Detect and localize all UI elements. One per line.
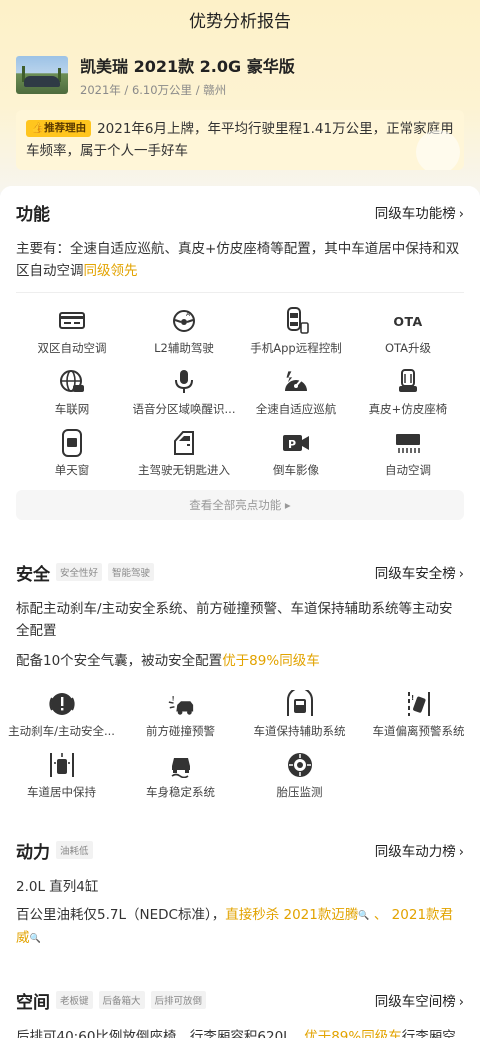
feature-item[interactable]: 单天窗	[16, 429, 128, 478]
report-card: 功能 同级车功能榜 › 主要有：全速自适应巡航、真皮+仿皮座椅等配置，其中车道居中…	[0, 186, 480, 1038]
page-title: 优势分析报告	[189, 12, 291, 32]
feature-item[interactable]: 全速自适应巡航	[240, 368, 352, 417]
chevron-right-icon: ›	[458, 567, 464, 582]
chevron-right-icon: ›	[458, 207, 464, 222]
globe-car-icon	[58, 368, 86, 396]
car-thumbnail	[16, 56, 68, 94]
function-desc: 主要有：全速自适应巡航、真皮+仿皮座椅等配置，其中车道居中保持和双区自动空调同级…	[16, 241, 460, 279]
space-tag: 后备箱大	[98, 991, 145, 1009]
feature-item[interactable]: 语音分区域唤醒识...	[128, 368, 240, 417]
space-desc: 后排可40:60比例放倒座椅，行李厢容积620L，优于89%同级车行李厢空间	[16, 1029, 456, 1038]
feature-item[interactable]: 车道居中保持	[2, 751, 121, 800]
space-title: 空间	[16, 992, 50, 1013]
feature-item[interactable]: 主驾驶无钥匙进入	[128, 429, 240, 478]
ac-vent-icon	[394, 429, 422, 457]
feature-item[interactable]: 手机App远程控制	[240, 307, 352, 356]
view-all-features-button[interactable]: 查看全部亮点功能 ▸	[16, 490, 464, 520]
ota-icon: OTA	[393, 313, 423, 329]
steering-wheel-icon: A	[170, 307, 198, 335]
phone-car-icon	[282, 307, 310, 335]
safety-rank-link[interactable]: 同级车安全榜 ›	[375, 562, 464, 582]
feature-item[interactable]: OTA OTA升级	[352, 307, 464, 356]
search-icon: 🔍	[358, 911, 370, 921]
feature-item[interactable]: 真皮+仿皮座椅	[352, 368, 464, 417]
feature-item[interactable]: 车联网	[16, 368, 128, 417]
safety-title: 安全	[16, 564, 50, 585]
function-title: 功能	[16, 204, 50, 225]
safety-section: 安全 安全性好 智能驾驶 同级车安全榜 › 标配主动刹车/主动安全系统、前方碰撞预…	[0, 546, 480, 814]
recommend-tag: 👍推荐理由	[26, 120, 92, 137]
space-tag: 后排可放倒	[150, 991, 207, 1009]
lane-keep-icon	[286, 690, 314, 718]
safety-tag: 智能驾驶	[108, 563, 155, 581]
chevron-right-icon: ›	[458, 995, 464, 1010]
car-name: 凯美瑞 2021款 2.0G 豪华版	[80, 56, 295, 76]
svg-text:!: !	[411, 694, 414, 702]
svg-text:!: !	[171, 694, 174, 702]
tire-pressure-icon	[286, 751, 314, 779]
report-header: 优势分析报告 凯美瑞 2021款 2.0G 豪华版 2021年 / 6.10万公…	[0, 0, 480, 192]
power-tag: 油耗低	[56, 841, 93, 859]
safety-grid: 主动刹车/主动安全... ! 前方碰撞预警 车道保持辅助系统 ! 车道偏离预警系…	[2, 672, 478, 800]
feature-item[interactable]: 车道保持辅助系统	[240, 690, 359, 739]
collision-warning-icon: !	[167, 690, 195, 718]
feature-item[interactable]: 自动空调	[352, 429, 464, 478]
seat-icon	[394, 368, 422, 396]
safety-desc-passive: 配备10个安全气囊，被动安全配置优于89%同级车	[16, 653, 320, 669]
engine-spec: 2.0L 直列4缸	[16, 879, 99, 895]
feature-item[interactable]: P 倒车影像	[240, 429, 352, 478]
power-title: 动力	[16, 842, 50, 863]
function-section: 功能 同级车功能榜 › 主要有：全速自适应巡航、真皮+仿皮座椅等配置，其中车道居中…	[0, 186, 480, 536]
feature-item[interactable]: 主动刹车/主动安全...	[2, 690, 121, 739]
chevron-right-icon: ›	[458, 845, 464, 860]
power-section: 动力 油耗低 同级车动力榜 › 2.0L 直列4缸 百公里油耗仅5.7L（NEDC…	[0, 824, 480, 964]
cruise-gauge-icon	[282, 368, 310, 396]
car-door-icon	[170, 429, 198, 457]
safety-desc-active: 标配主动刹车/主动安全系统、前方碰撞预警、车道保持辅助系统等主动安全配置	[16, 601, 453, 639]
function-rank-link[interactable]: 同级车功能榜 ›	[375, 202, 464, 222]
svg-text:P: P	[288, 438, 296, 451]
feature-item[interactable]: 车身稳定系统	[121, 751, 240, 800]
parking-camera-icon: P	[282, 429, 310, 457]
compare-link[interactable]: 直接秒杀 2021款迈腾🔍	[225, 907, 369, 923]
fuel-desc: 百公里油耗仅5.7L（NEDC标准），直接秒杀 2021款迈腾🔍 、 2021款…	[16, 907, 454, 946]
space-section: 空间 老板键 后备箱大 后排可放倒 同级车空间榜 › 后排可40:60比例放倒座椅…	[0, 974, 480, 1038]
space-rank-link[interactable]: 同级车空间榜 ›	[375, 990, 464, 1010]
sunroof-icon	[58, 429, 86, 457]
lane-center-icon	[48, 751, 76, 779]
function-grid: 双区自动空调 A L2辅助驾驶 手机App远程控制 OTA OTA升级 车联网 …	[16, 293, 464, 478]
space-tag: 老板键	[56, 991, 93, 1009]
feature-item[interactable]: 双区自动空调	[16, 307, 128, 356]
safety-tag: 安全性好	[56, 563, 103, 581]
climate-control-icon	[58, 307, 86, 335]
power-rank-link[interactable]: 同级车动力榜 ›	[375, 840, 464, 860]
feature-item[interactable]: A L2辅助驾驶	[128, 307, 240, 356]
lane-departure-icon: !	[405, 690, 433, 718]
recommend-box: 👍推荐理由 2021年6月上牌，年平均行驶里程1.41万公里，正常家庭用车频率，属…	[16, 110, 464, 170]
feature-item[interactable]: ! 前方碰撞预警	[121, 690, 240, 739]
search-icon: 🔍	[29, 934, 41, 944]
feature-item[interactable]: 胎压监测	[240, 751, 359, 800]
microphone-icon	[170, 368, 198, 396]
car-summary: 凯美瑞 2021款 2.0G 豪华版 2021年 / 6.10万公里 / 赣州	[0, 44, 480, 100]
brake-warning-icon	[48, 690, 76, 718]
feature-item[interactable]: ! 车道偏离预警系统	[359, 690, 478, 739]
car-meta: 2021年 / 6.10万公里 / 赣州	[80, 82, 227, 97]
stability-icon	[167, 751, 195, 779]
